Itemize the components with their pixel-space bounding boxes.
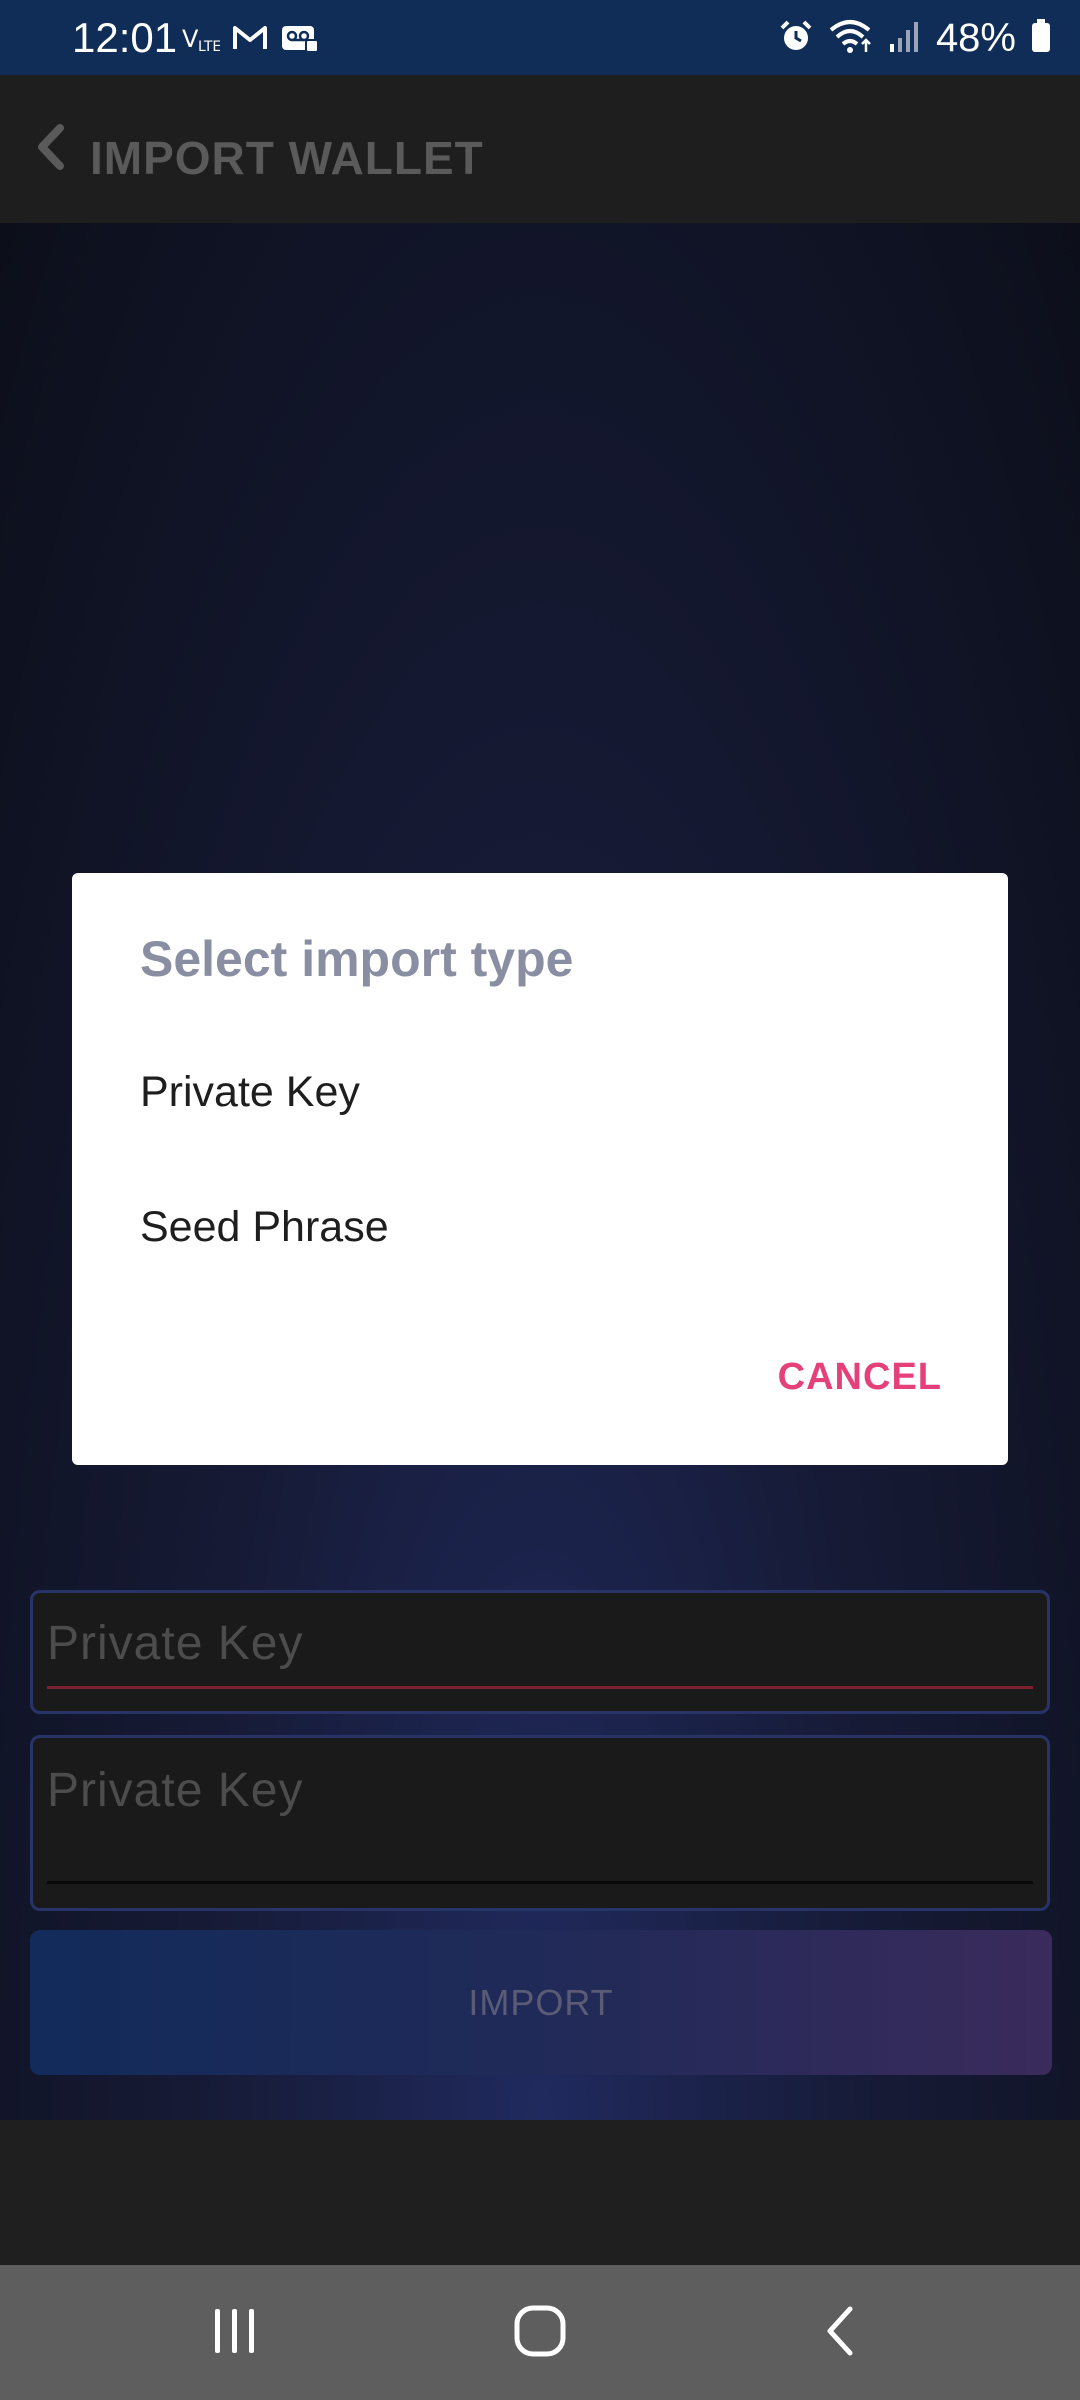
volte-icon: V LTE [182, 23, 221, 58]
signal-icon [888, 18, 922, 59]
private-key-input[interactable]: Private Key [30, 1735, 1050, 1911]
status-left-icons: V LTE [182, 22, 320, 59]
gmail-icon [232, 23, 268, 58]
private-key-input-placeholder: Private Key [47, 1764, 304, 1817]
alarm-icon [778, 18, 814, 59]
page-title: IMPORT WALLET [90, 132, 484, 184]
option-private-key[interactable]: Private Key [140, 1065, 940, 1119]
status-right-icons: 48% [778, 14, 1052, 62]
system-back-button[interactable] [800, 2295, 880, 2371]
status-time: 12:01 [72, 14, 178, 61]
private-key-field[interactable]: Private Key [30, 1590, 1050, 1714]
back-icon [820, 2303, 860, 2364]
option-seed-phrase[interactable]: Seed Phrase [140, 1200, 940, 1254]
import-type-dialog: Select import type Private Key Seed Phra… [72, 873, 1008, 1465]
recent-apps-icon [209, 2305, 261, 2362]
navigation-bar [0, 2265, 1080, 2400]
home-button[interactable] [500, 2295, 580, 2371]
chevron-left-icon [32, 122, 68, 177]
status-bar: 12:01 V LTE 48% [0, 0, 1080, 75]
import-button[interactable]: IMPORT [30, 1930, 1052, 2075]
svg-text:V: V [182, 25, 199, 53]
home-icon [512, 2303, 568, 2364]
recent-apps-button[interactable] [195, 2295, 275, 2371]
voicemail-icon [280, 22, 320, 59]
battery-icon [1030, 18, 1052, 59]
field-underline [47, 1686, 1033, 1689]
back-button[interactable] [20, 119, 80, 179]
app-header: IMPORT WALLET [0, 75, 1080, 223]
field-underline [47, 1881, 1033, 1884]
svg-text:LTE: LTE [198, 39, 220, 53]
private-key-placeholder: Private Key [47, 1617, 304, 1670]
wifi-icon [828, 18, 874, 59]
battery-percent: 48% [935, 16, 1016, 60]
screen: 12:01 V LTE 48% IMPORT WALLET Private Ke… [0, 0, 1080, 2400]
dialog-title: Select import type [140, 931, 574, 987]
cancel-button[interactable]: CANCEL [778, 1355, 942, 1399]
bottom-strip [0, 2120, 1080, 2265]
